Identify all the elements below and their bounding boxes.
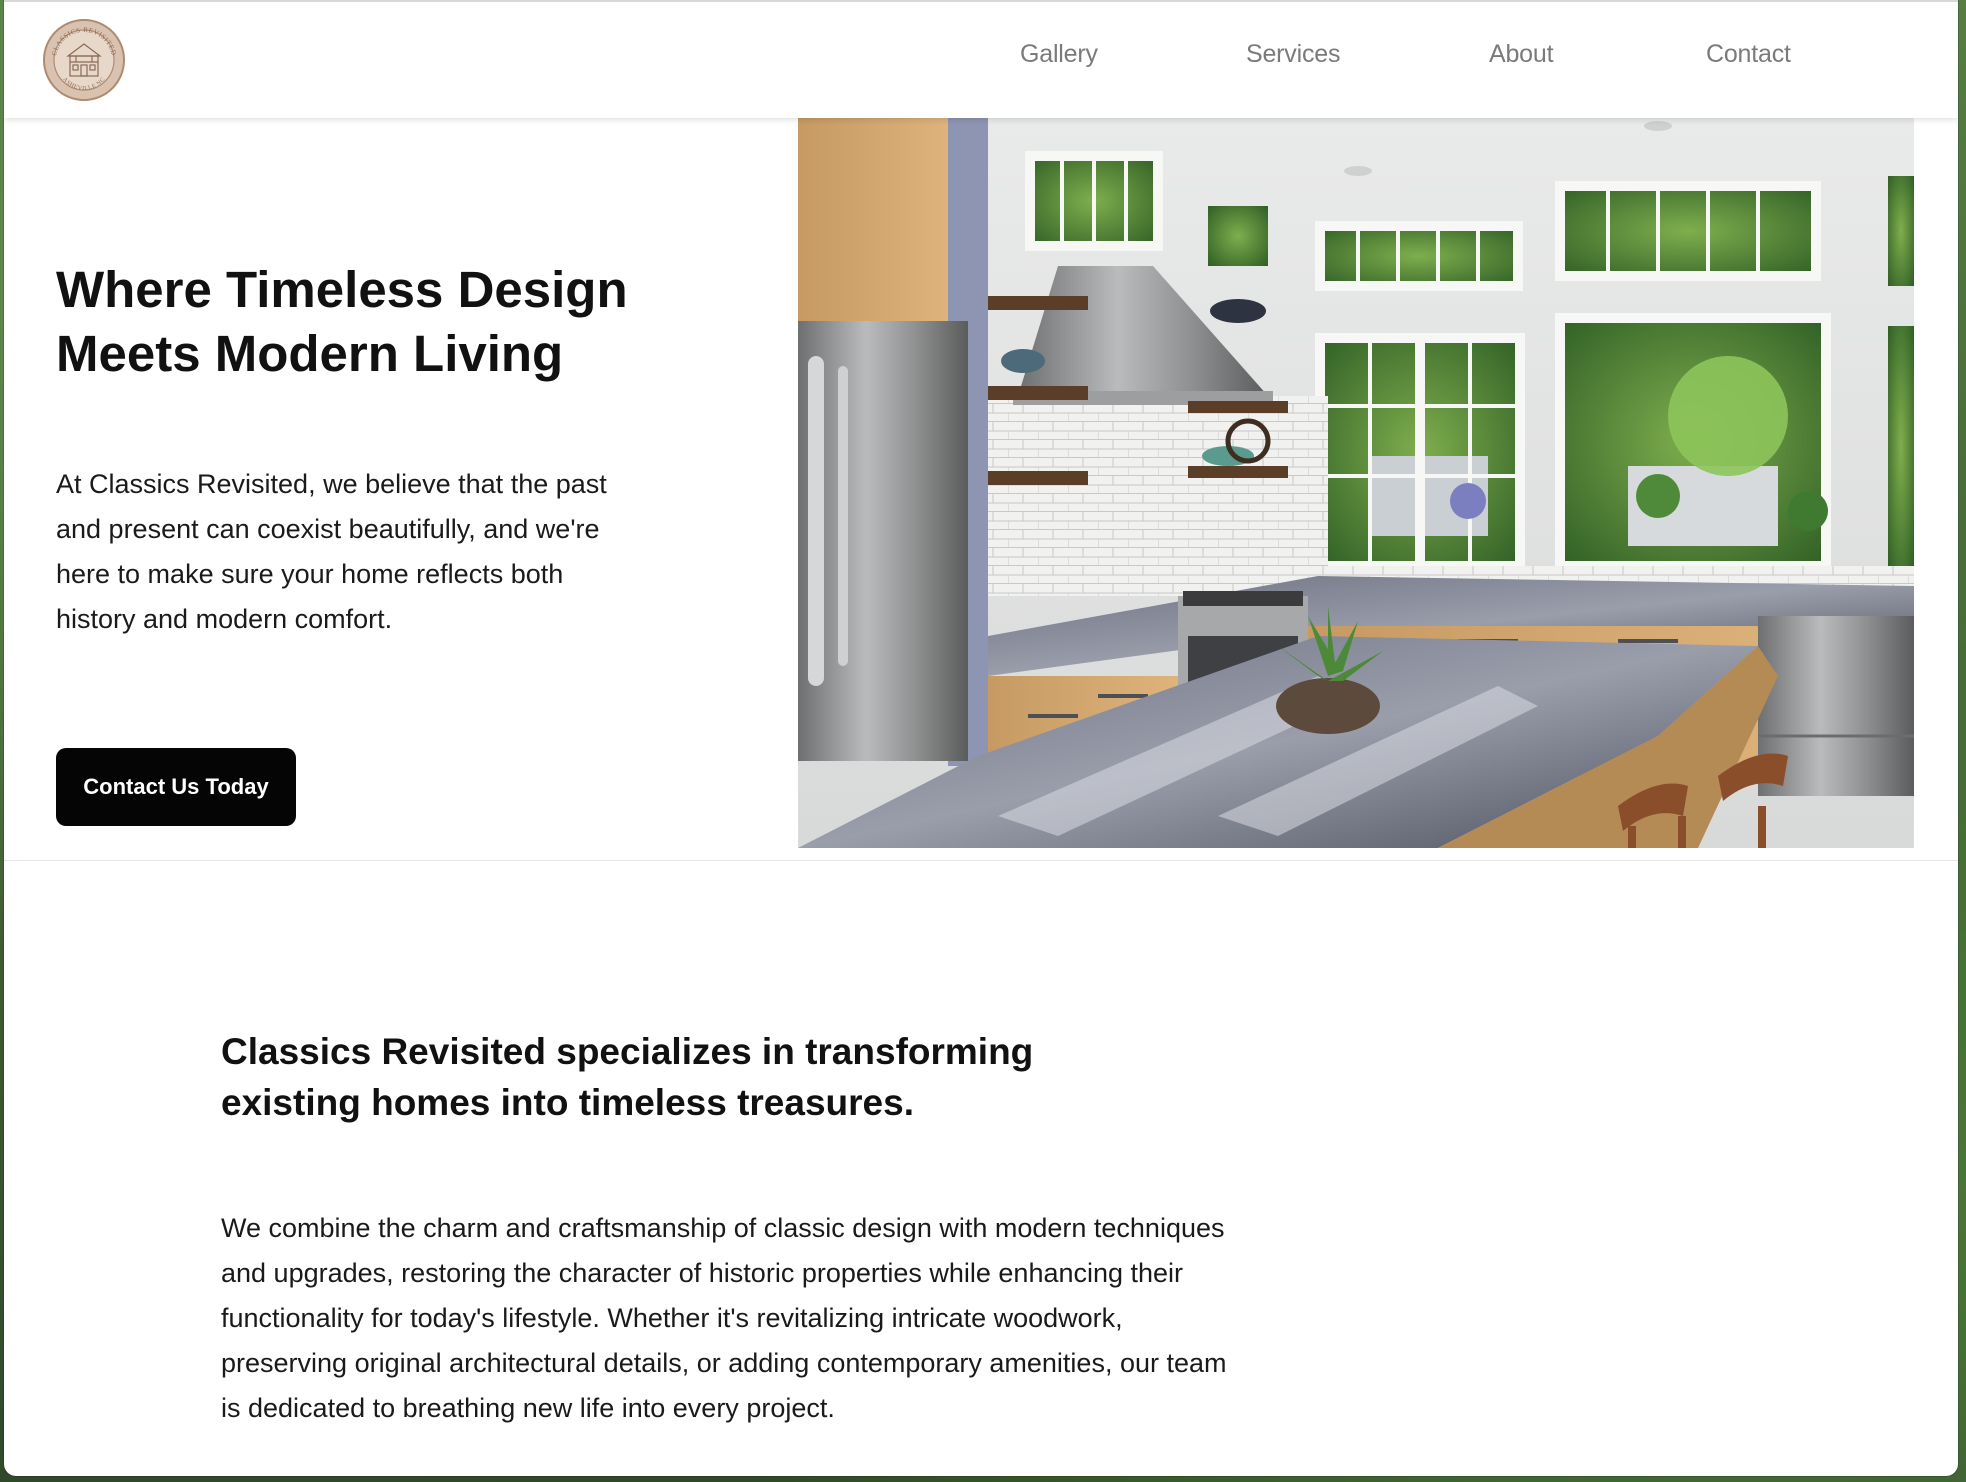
contact-us-button[interactable]: Contact Us Today: [56, 748, 296, 826]
nav-gallery[interactable]: Gallery: [1020, 40, 1098, 69]
main-nav: Gallery Services About Contact: [4, 40, 1958, 80]
nav-contact[interactable]: Contact: [1706, 40, 1791, 69]
browser-page: CLASSICS REVISITED ASHEVILLE NC Gallery …: [4, 0, 1958, 1476]
site-header: CLASSICS REVISITED ASHEVILLE NC Gallery …: [4, 0, 1958, 118]
section-divider: [4, 860, 1958, 861]
about-description: We combine the charm and craftsmanship o…: [221, 1213, 1227, 1423]
hero-title: Where Timeless Design Meets Modern Livin…: [56, 261, 628, 382]
about-title: Classics Revisited specializes in transf…: [221, 1031, 1034, 1123]
nav-services[interactable]: Services: [1246, 40, 1340, 69]
hero-description: At Classics Revisited, we believe that t…: [56, 469, 607, 634]
nav-about[interactable]: About: [1489, 40, 1554, 69]
kitchen-photo: [798, 116, 1914, 848]
